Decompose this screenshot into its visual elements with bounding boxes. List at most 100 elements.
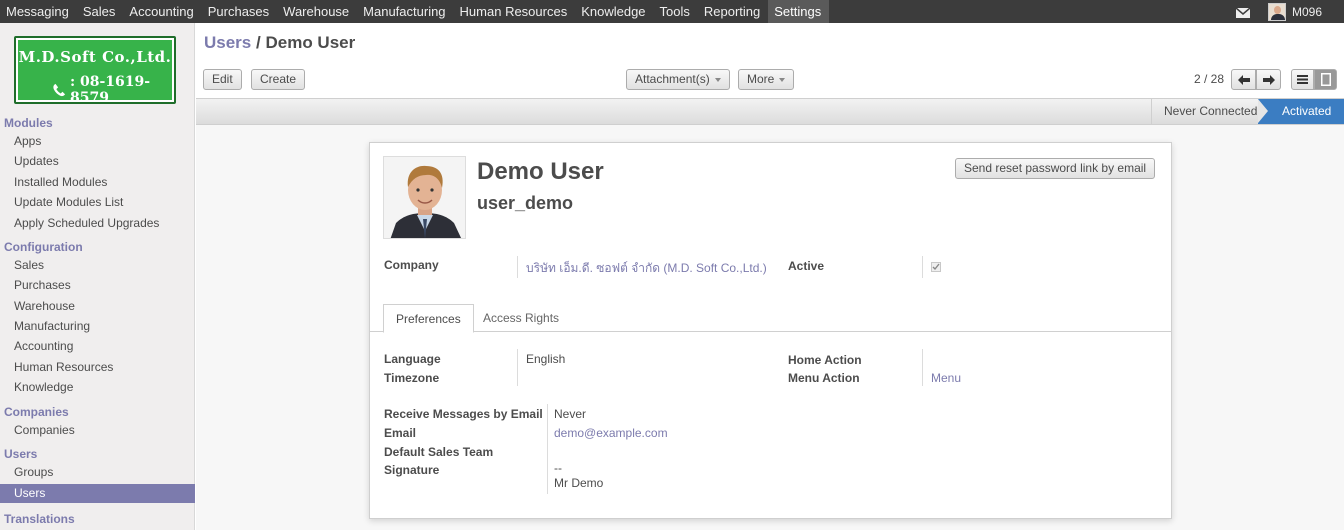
user-avatar[interactable]: [1267, 2, 1286, 21]
user-name[interactable]: M096: [1292, 5, 1322, 19]
receive-messages-label: Receive Messages by Email: [384, 407, 543, 421]
sidebar-item-config-accounting[interactable]: Accounting: [14, 339, 73, 353]
user-photo[interactable]: [383, 156, 466, 239]
sidebar-item-updates[interactable]: Updates: [14, 154, 59, 168]
sidebar-item-config-human-resources[interactable]: Human Resources: [14, 360, 113, 374]
field-separator: [517, 349, 518, 386]
email-link[interactable]: demo@example.com: [554, 426, 668, 440]
check-icon: [932, 263, 940, 271]
arrow-right-icon: [1262, 74, 1275, 85]
breadcrumb-users-link[interactable]: Users: [204, 33, 251, 52]
attachments-button[interactable]: Attachment(s): [626, 69, 730, 90]
active-checkbox[interactable]: [931, 262, 941, 272]
field-separator: [922, 256, 923, 278]
sidebar-item-config-knowledge[interactable]: Knowledge: [14, 380, 73, 394]
menu-human-resources[interactable]: Human Resources: [454, 0, 576, 23]
user-area: M096: [1235, 0, 1344, 23]
form-sheet: Demo User user_demo Send reset password …: [369, 142, 1172, 519]
list-view-icon: [1297, 75, 1308, 84]
receive-messages-value[interactable]: Never: [554, 407, 586, 421]
default-sales-team-label: Default Sales Team: [384, 445, 494, 459]
company-label: Company: [384, 258, 439, 272]
signature-line-2: Mr Demo: [554, 476, 604, 490]
breadcrumb-separator: /: [256, 33, 261, 52]
sidebar-item-apps[interactable]: Apps: [14, 134, 41, 148]
status-never-connected[interactable]: Never Connected: [1151, 99, 1265, 124]
sidebar-section-companies: Companies: [4, 405, 69, 419]
more-label: More: [747, 72, 775, 86]
company-value-link[interactable]: บริษัท เอ็ม.ดี. ซอฟต์ จำกัด (M.D. Soft C…: [526, 259, 767, 278]
control-panel: Users / Demo User Edit Create Attachment…: [196, 23, 1344, 98]
attachments-label: Attachment(s): [635, 72, 710, 86]
sidebar-item-config-sales[interactable]: Sales: [14, 258, 44, 272]
sidebar-section-modules: Modules: [4, 116, 53, 130]
sidebar: M.D.Soft Co.,Ltd. : 08-1619-8579 Modules…: [0, 23, 195, 530]
timezone-label: Timezone: [384, 371, 440, 385]
breadcrumb-current: Demo User: [265, 33, 356, 52]
arrow-left-icon: [1237, 74, 1250, 85]
caret-down-icon: [779, 77, 786, 82]
menu-sales[interactable]: Sales: [77, 0, 124, 23]
edit-button[interactable]: Edit: [203, 69, 242, 90]
tab-preferences[interactable]: Preferences: [383, 304, 474, 333]
sidebar-item-update-modules-list[interactable]: Update Modules List: [14, 195, 123, 209]
field-separator: [547, 404, 548, 494]
menu-knowledge[interactable]: Knowledge: [575, 0, 653, 23]
menu-messaging[interactable]: Messaging: [0, 0, 77, 23]
menu-reporting[interactable]: Reporting: [698, 0, 768, 23]
language-value[interactable]: English: [526, 352, 565, 366]
sidebar-item-apply-scheduled-upgrades[interactable]: Apply Scheduled Upgrades: [14, 216, 159, 230]
sidebar-item-installed-modules[interactable]: Installed Modules: [14, 175, 107, 189]
breadcrumb: Users / Demo User: [204, 33, 355, 53]
user-photo-image: [384, 157, 465, 238]
mail-icon[interactable]: [1235, 6, 1251, 18]
active-label: Active: [788, 259, 825, 273]
field-separator: [922, 349, 923, 386]
pager-previous-button[interactable]: [1231, 69, 1256, 90]
email-label: Email: [384, 426, 417, 440]
sidebar-item-groups[interactable]: Groups: [14, 465, 53, 479]
menu-action-link[interactable]: Menu: [931, 371, 961, 385]
sidebar-item-users[interactable]: Users: [0, 484, 195, 503]
logo-phone: : 08-1619-8579: [52, 74, 174, 106]
logo-company-name: M.D.Soft Co.,Ltd.: [18, 48, 172, 66]
signature-label: Signature: [384, 463, 440, 477]
menu-settings[interactable]: Settings: [768, 0, 830, 23]
user-login: user_demo: [477, 193, 574, 213]
language-label: Language: [384, 352, 441, 366]
user-name-heading: Demo User: [477, 158, 604, 185]
tab-access-rights[interactable]: Access Rights: [471, 304, 571, 332]
company-logo[interactable]: M.D.Soft Co.,Ltd. : 08-1619-8579: [14, 36, 176, 106]
status-activated[interactable]: Activated: [1258, 99, 1344, 124]
menu-manufacturing[interactable]: Manufacturing: [357, 0, 453, 23]
menu-action-label: Menu Action: [788, 371, 860, 385]
phone-icon: [53, 83, 66, 97]
menu-accounting[interactable]: Accounting: [123, 0, 201, 23]
main-content: Users / Demo User Edit Create Attachment…: [196, 23, 1344, 530]
sidebar-item-config-purchases[interactable]: Purchases: [14, 278, 71, 292]
menu-warehouse[interactable]: Warehouse: [277, 0, 357, 23]
logo-phone-number: : 08-1619-8579: [69, 74, 151, 106]
home-action-label: Home Action: [788, 353, 862, 367]
pager-value[interactable]: 2 / 28: [1194, 72, 1224, 86]
menu-purchases[interactable]: Purchases: [202, 0, 277, 23]
sidebar-item-config-manufacturing[interactable]: Manufacturing: [14, 319, 90, 333]
menu-tools[interactable]: Tools: [654, 0, 698, 23]
create-button[interactable]: Create: [251, 69, 306, 90]
sidebar-section-configuration: Configuration: [4, 240, 83, 254]
sidebar-item-config-warehouse[interactable]: Warehouse: [14, 299, 75, 313]
sidebar-section-translations: Translations: [4, 512, 75, 526]
pager-next-button[interactable]: [1256, 69, 1281, 90]
send-reset-password-button[interactable]: Send reset password link by email: [955, 158, 1156, 179]
form-view-button[interactable]: [1314, 69, 1337, 90]
status-bar: Never Connected Activated: [196, 98, 1344, 125]
field-separator: [517, 256, 518, 278]
sidebar-item-companies[interactable]: Companies: [14, 423, 75, 437]
caret-down-icon: [714, 77, 721, 82]
form-view-icon: [1320, 73, 1331, 86]
list-view-button[interactable]: [1291, 69, 1314, 90]
more-button[interactable]: More: [738, 69, 795, 90]
top-menu-bar: Messaging Sales Accounting Purchases War…: [0, 0, 1344, 23]
sidebar-section-users: Users: [4, 447, 38, 461]
top-menu: Messaging Sales Accounting Purchases War…: [0, 0, 830, 23]
